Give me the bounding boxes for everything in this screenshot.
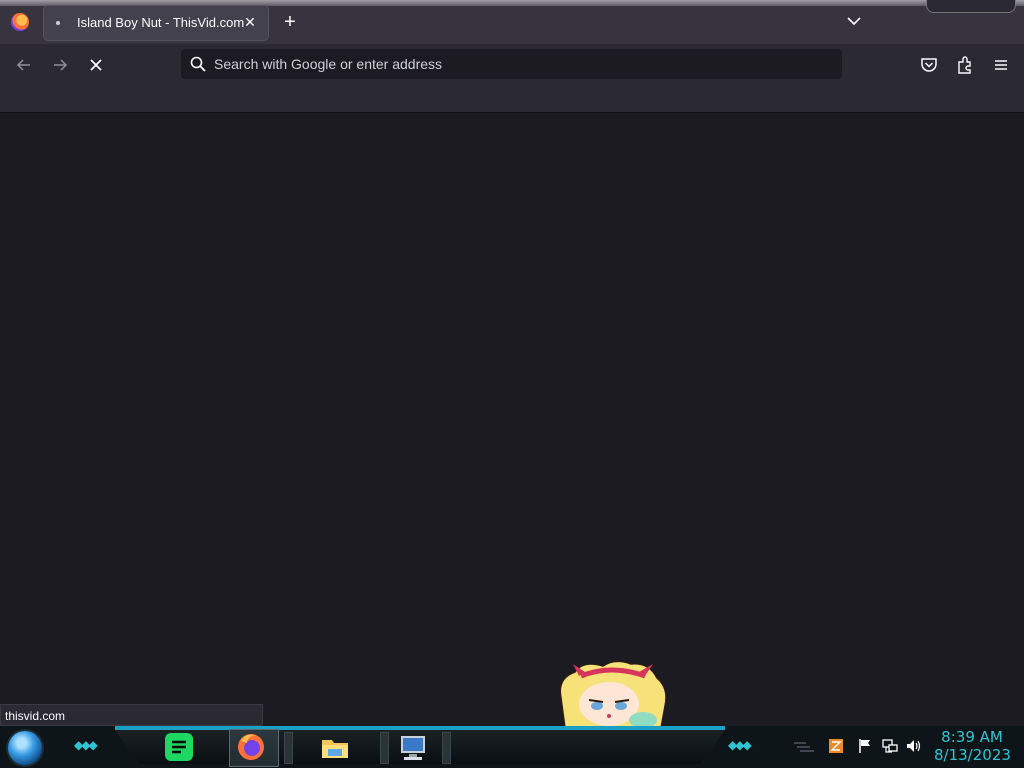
url-input[interactable] (214, 56, 814, 72)
forward-button[interactable] (49, 54, 71, 76)
clock[interactable]: 8:39 AM 8/13/2023 (934, 728, 1011, 764)
pocket-icon[interactable] (918, 54, 940, 76)
file-explorer-icon[interactable] (319, 731, 351, 763)
taskbar-separator (380, 732, 389, 764)
taskbar: ◆◆◆ ◆◆◆ 8:39 AM 8/13/2023 (0, 726, 1024, 768)
address-bar[interactable] (181, 49, 842, 79)
taskbar-separator (284, 732, 293, 764)
tab-active[interactable]: Island Boy Nut - ThisVid.com ✕ (44, 6, 268, 40)
tab-close-button[interactable]: ✕ (240, 12, 260, 32)
firefox-icon[interactable] (235, 731, 267, 763)
new-tab-button[interactable]: + (280, 12, 300, 32)
stop-loading-button[interactable] (85, 54, 107, 76)
volume-icon[interactable] (905, 738, 921, 754)
app-menu-icon[interactable] (990, 54, 1012, 76)
start-button[interactable] (8, 731, 42, 765)
extensions-icon[interactable] (954, 54, 976, 76)
decorative-chevrons: ◆◆◆ (728, 738, 752, 752)
tab-strip: Island Boy Nut - ThisVid.com ✕ + (0, 0, 1024, 44)
desktop-character-mascot-icon (559, 660, 667, 728)
navigation-toolbar (0, 44, 1024, 84)
clock-time: 8:39 AM (941, 728, 1003, 746)
spotify-icon[interactable] (163, 731, 195, 763)
tab-loading-indicator-icon (56, 21, 60, 25)
clock-date: 8/13/2023 (934, 746, 1011, 764)
decorative-chevrons: ◆◆◆ (74, 738, 98, 752)
computer-icon[interactable] (397, 731, 429, 763)
action-center-flag-icon[interactable] (857, 738, 873, 754)
taskbar-separator (442, 732, 451, 764)
firefox-view-icon[interactable] (11, 13, 29, 31)
list-all-tabs-icon[interactable] (845, 12, 863, 30)
tray-overflow-icon[interactable] (792, 741, 814, 753)
tab-title: Island Boy Nut - ThisVid.com (77, 15, 245, 30)
page-content-area[interactable] (0, 113, 1024, 725)
bookmarks-toolbar (0, 84, 1024, 113)
tray-app-icon[interactable] (828, 738, 844, 754)
window-frame-decoration (926, 0, 1016, 13)
search-icon (190, 56, 206, 72)
network-icon[interactable] (882, 738, 898, 754)
taskbar-glow-line (115, 726, 725, 730)
back-button[interactable] (13, 54, 35, 76)
status-panel: thisvid.com (0, 704, 263, 726)
